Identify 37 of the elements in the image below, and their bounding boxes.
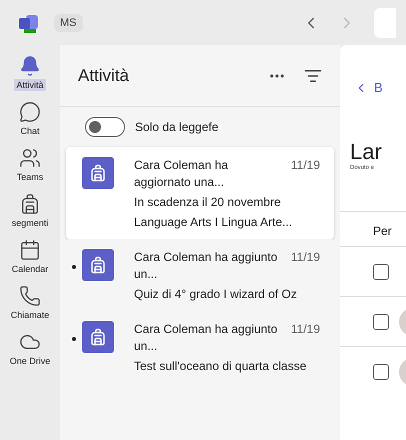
back-link[interactable]: B (350, 80, 406, 95)
row-checkbox[interactable] (373, 364, 389, 380)
row-checkbox[interactable] (373, 264, 389, 280)
item-date: 11/19 (290, 157, 320, 174)
rail-item[interactable]: Teams (1, 145, 59, 185)
backpack-icon (19, 193, 41, 215)
item-detail: Language Arts I Lingua Arte... (134, 214, 294, 231)
backpack-icon (82, 321, 114, 353)
item-detail: Test sull'oceano di quarta classe (134, 358, 308, 375)
calendar-icon (19, 239, 41, 261)
item-detail: In scadenza il 20 novembre (134, 194, 282, 211)
item-title: Cara Coleman ha aggiunto un... (134, 321, 278, 355)
phone-icon (19, 285, 41, 307)
rail-item[interactable]: Attività (1, 53, 59, 93)
detail-title: Lar (350, 139, 383, 164)
rail-item[interactable]: One Drive (1, 329, 59, 369)
backpack-icon (82, 157, 114, 189)
rail-item[interactable]: Chat (1, 99, 59, 139)
item-title: Cara Coleman ha aggiunto un... (134, 249, 278, 283)
toggle-switch[interactable] (85, 117, 125, 137)
item-date: 11/19 (290, 321, 320, 338)
activity-item[interactable]: Cara Coleman ha aggiornato una... 11/19 In scadenza il 20 novembre Language Arts I Lingua Arte... (66, 147, 334, 239)
item-title: Cara Coleman ha aggiornato una... (134, 157, 230, 191)
rail-item[interactable]: Calendar (1, 237, 59, 277)
item-date: 11/19 (290, 249, 320, 266)
toggle-label: Solo da leggefe (135, 120, 218, 134)
chat-icon (19, 101, 41, 123)
item-detail: Quiz di 4° grado I wizard of Oz (134, 286, 298, 303)
bell-icon (19, 55, 41, 77)
backpack-icon (82, 249, 114, 281)
people-icon (19, 147, 41, 169)
rail-item[interactable]: segmenti (1, 191, 59, 231)
panel-title: Attività (78, 66, 130, 86)
column-header: Per (340, 211, 406, 246)
profile-badge[interactable]: MS (54, 14, 82, 32)
rail-item[interactable]: Chiamate (1, 283, 59, 323)
row-checkbox[interactable] (373, 314, 389, 330)
